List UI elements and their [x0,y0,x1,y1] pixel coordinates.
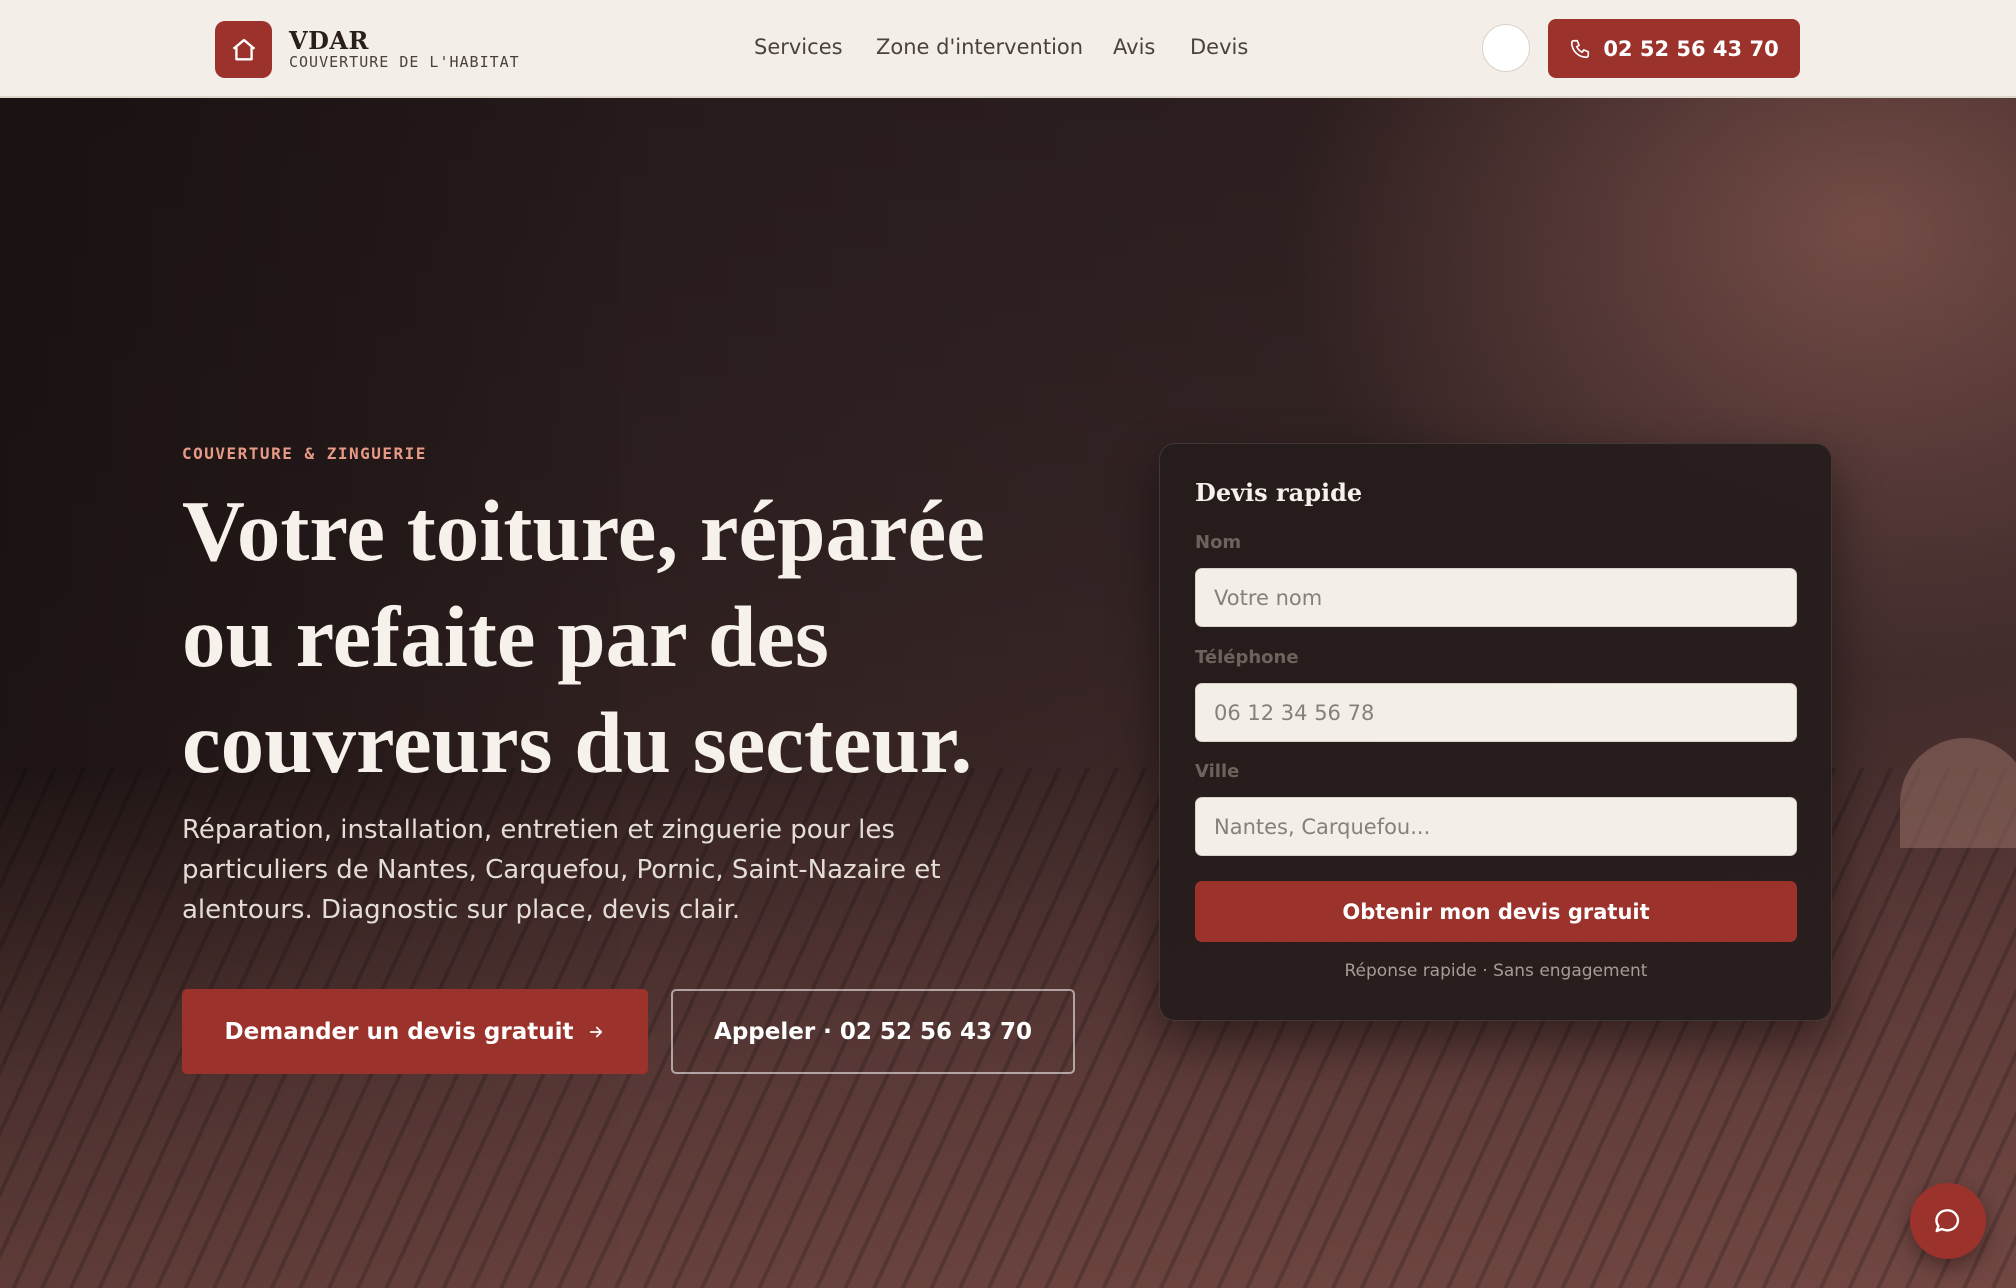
phone-label: Téléphone [1195,647,1299,668]
hero-eyebrow: COUVERTURE & ZINGUERIE [182,444,427,463]
form-title: Devis rapide [1195,478,1363,507]
phone-icon [1571,39,1590,58]
hero-lead: Réparation, installation, entretien et z… [182,815,941,925]
call-button-label: Appeler · 02 52 56 43 70 [714,1018,1032,1045]
brand-name[interactable]: VDAR [289,26,369,55]
call-button[interactable]: Appeler · 02 52 56 43 70 [671,989,1075,1074]
city-input[interactable] [1195,797,1797,856]
hero-headline-line: ou refaite par des [182,588,829,685]
form-note: Réponse rapide · Sans engagement [1344,961,1648,981]
phone-input[interactable] [1195,683,1797,742]
logo[interactable] [215,21,272,78]
hero-headline-line: Votre toiture, réparée [182,482,985,579]
hero-headline: Votre toiture, réparée ou refaite par de… [182,478,1082,796]
arrow-right-icon [590,1026,603,1037]
hero-background-dome [1900,738,2016,848]
name-label: Nom [1195,532,1242,553]
nav-services[interactable]: Services [754,35,843,59]
hero-headline-line: couvreurs du secteur. [182,694,973,791]
nav-devis[interactable]: Devis [1190,35,1248,59]
city-label: Ville [1195,761,1240,782]
brand-tagline: COUVERTURE DE L'HABITAT [289,53,520,71]
nav-zone-intervention[interactable]: Zone d'intervention [876,35,1083,59]
request-quote-button[interactable]: Demander un devis gratuit [182,989,648,1074]
header-call-label: 02 52 56 43 70 [1603,36,1779,61]
name-input[interactable] [1195,568,1797,627]
moon-icon [1501,40,1509,56]
site-header: VDAR COUVERTURE DE L'HABITAT Services Zo… [0,0,2016,98]
house-icon [232,38,255,60]
chat-bubble-icon [1935,1209,1960,1233]
request-quote-label: Demander un devis gratuit [224,1018,574,1045]
quick-quote-form: Devis rapide Nom Téléphone Ville Obtenir… [1159,443,1832,1021]
chat-button[interactable] [1910,1183,1986,1259]
submit-quote-button[interactable]: Obtenir mon devis gratuit [1195,881,1797,942]
header-call-button[interactable]: 02 52 56 43 70 [1548,19,1800,78]
theme-toggle-button[interactable] [1482,24,1530,72]
nav-avis[interactable]: Avis [1113,35,1155,59]
